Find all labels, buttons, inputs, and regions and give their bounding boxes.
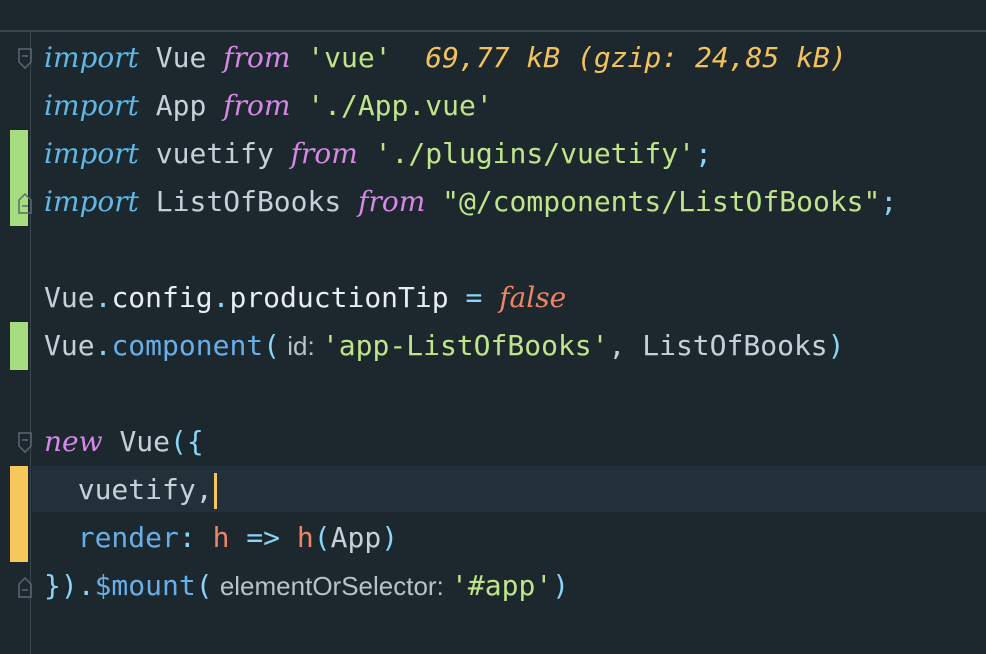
paren-open: ( <box>313 521 331 554</box>
keyword-from: from <box>223 41 291 74</box>
colon: : <box>178 521 213 554</box>
dot: . <box>77 569 95 602</box>
identifier: ListOfBooks <box>642 329 828 362</box>
keyword-from: from <box>290 137 358 170</box>
paren-open: ( <box>263 329 281 362</box>
identifier: Vue <box>44 281 95 314</box>
operator: = <box>448 281 500 314</box>
keyword-from: from <box>223 89 291 122</box>
dot: . <box>212 281 230 314</box>
gutter-divider <box>30 32 31 654</box>
class-name: Vue <box>119 425 171 458</box>
code-line-10[interactable]: vuetify, <box>44 466 217 514</box>
string-literal: './App.vue' <box>290 89 493 122</box>
keyword-import: import <box>44 89 139 122</box>
code-line-9[interactable]: new Vue({ <box>44 418 204 466</box>
identifier: App <box>330 521 382 554</box>
identifier: vuetify <box>44 473 196 506</box>
keyword-import: import <box>44 137 139 170</box>
property: productionTip <box>229 281 449 314</box>
semicolon: ; <box>880 185 898 218</box>
text-cursor <box>213 473 217 509</box>
identifier: ListOfBooks <box>138 185 359 218</box>
property: config <box>111 281 213 314</box>
parameter-inlay-hint: elementOrSelector: <box>212 571 452 601</box>
brace-paren-close: }) <box>44 569 78 602</box>
string-literal: './plugins/vuetify' <box>357 137 695 170</box>
code-editor[interactable]: import Vue from 'vue' 69,77 kB (gzip: 24… <box>0 0 986 654</box>
paren-brace-open: ({ <box>170 425 204 458</box>
paren-close: ) <box>827 329 845 362</box>
editor-top-border <box>0 30 986 32</box>
identifier: Vue <box>138 41 224 74</box>
paren-close: ) <box>552 569 570 602</box>
code-line-7[interactable]: Vue.component( id: 'app-ListOfBooks', Li… <box>44 322 845 370</box>
parameter: h <box>212 521 230 554</box>
dot: . <box>94 281 112 314</box>
code-line-11[interactable]: render: h => h(App) <box>44 514 398 562</box>
object-key: render <box>77 521 179 554</box>
code-line-12[interactable]: }).$mount( elementOrSelector: '#app') <box>44 562 569 610</box>
gutter-modified-marker[interactable] <box>10 466 28 562</box>
string-literal: 'app-ListOfBooks' <box>321 329 609 362</box>
string-literal: 'vue' <box>290 41 392 74</box>
code-line-4[interactable]: import ListOfBooks from "@/components/Li… <box>44 178 897 226</box>
boolean-literal: false <box>499 281 567 314</box>
function-call: h <box>296 521 314 554</box>
comma: , <box>195 473 213 506</box>
keyword-from: from <box>358 185 426 218</box>
import-size-hint: 69,77 kB (gzip: 24,85 kB) <box>391 41 847 74</box>
dot: . <box>94 329 112 362</box>
keyword-new: new <box>44 425 103 458</box>
paren-close: ) <box>381 521 399 554</box>
semicolon: ; <box>694 137 712 170</box>
fold-open-icon[interactable] <box>18 432 32 454</box>
code-line-6[interactable]: Vue.config.productionTip = false <box>44 274 566 322</box>
arrow-operator: => <box>229 521 297 554</box>
code-line-3[interactable]: import vuetify from './plugins/vuetify'; <box>44 130 712 178</box>
identifier: Vue <box>44 329 95 362</box>
method-name: $mount <box>94 569 196 602</box>
paren-open: ( <box>195 569 213 602</box>
identifier: vuetify <box>138 137 291 170</box>
code-line-2[interactable]: import App from './App.vue' <box>44 82 493 130</box>
comma: , <box>608 329 643 362</box>
fold-open-icon[interactable] <box>18 48 32 70</box>
keyword-import: import <box>44 185 139 218</box>
string-literal: '#app' <box>451 569 553 602</box>
fold-close-icon[interactable] <box>18 192 32 214</box>
keyword-import: import <box>44 41 139 74</box>
method-name: component <box>111 329 264 362</box>
gutter-added-marker[interactable] <box>10 322 28 370</box>
string-literal: "@/components/ListOfBooks" <box>425 185 881 218</box>
parameter-inlay-hint: id: <box>280 331 322 361</box>
fold-close-icon[interactable] <box>18 576 32 598</box>
identifier: App <box>138 89 224 122</box>
code-line-1[interactable]: import Vue from 'vue' 69,77 kB (gzip: 24… <box>44 34 847 82</box>
